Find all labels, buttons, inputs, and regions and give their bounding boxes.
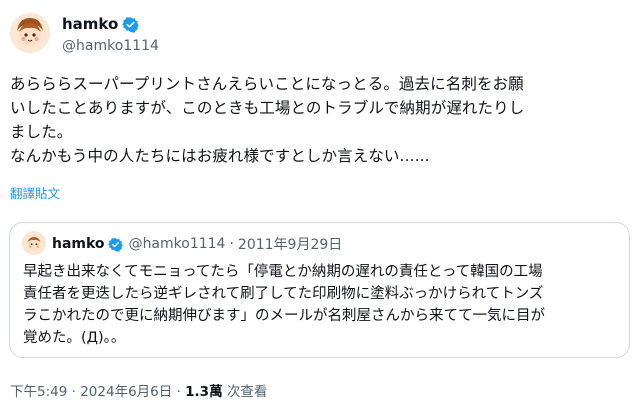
tweet: hamko @hamko1114 あらららスーパープリントさんえらいことになっと… <box>0 0 640 408</box>
views-count: 1.3萬 <box>185 384 223 400</box>
quoted-verified-badge-icon <box>107 237 123 252</box>
tweet-footer: 下午5:49 · 2024年6月6日 · 1.3萬 次查看 <box>10 380 267 400</box>
author-handle[interactable]: @hamko1114 <box>62 38 159 54</box>
author-name[interactable]: hamko <box>62 15 118 33</box>
views-label: 次查看 <box>226 384 268 400</box>
quoted-author-avatar <box>22 231 46 255</box>
quoted-author-name: hamko <box>52 236 105 252</box>
footer-separator: · <box>71 384 76 400</box>
verified-badge-icon <box>122 16 140 33</box>
quoted-separator: · <box>229 236 234 252</box>
translate-link[interactable]: 翻譯貼文 <box>10 183 60 202</box>
quoted-header: hamko @hamko1114 · 2011年9月29日 <box>52 234 342 254</box>
author-avatar[interactable] <box>10 13 50 53</box>
quoted-tweet[interactable]: hamko @hamko1114 · 2011年9月29日 早起き出来なくてモニ… <box>9 222 630 358</box>
quoted-tweet-text: 早起き出来なくてモニョってたら「停電とか納期の遅れの責任とって韓国の工場 責任者… <box>23 264 545 346</box>
post-time[interactable]: 下午5:49 <box>10 384 67 400</box>
post-date[interactable]: 2024年6月6日 <box>80 384 172 400</box>
quoted-date: 2011年9月29日 <box>237 237 343 253</box>
quoted-author-handle: @hamko1114 <box>128 236 226 252</box>
footer-separator: · <box>176 384 181 400</box>
author-block: hamko @hamko1114 <box>62 14 159 54</box>
tweet-text: あらららスーパープリントさんえらいことになっとる。過去に名刺をお願 いしたことあ… <box>10 75 525 165</box>
